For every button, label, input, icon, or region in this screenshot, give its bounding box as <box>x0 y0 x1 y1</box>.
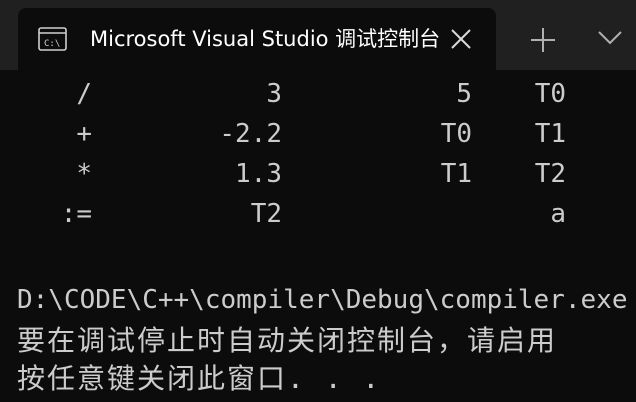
svg-text:C:\: C:\ <box>44 39 60 49</box>
close-hint-line: 要在调试停止时自动关闭控制台，请启用 <box>17 324 558 357</box>
quad-result: T1 <box>534 119 566 149</box>
quad-result: T2 <box>534 159 566 189</box>
plus-icon[interactable] <box>528 25 558 55</box>
press-any-key-line: 按任意键关闭此窗口. . . <box>17 362 382 395</box>
exe-path-line: D:\CODE\C++\compiler\Debug\compiler.exe <box>17 285 628 315</box>
quad-result: a <box>550 199 566 229</box>
tab-debug-console[interactable]: C:\ Microsoft Visual Studio 调试控制台 <box>18 8 496 70</box>
console-app-icon: C:\ <box>38 27 67 51</box>
quad-result: T0 <box>534 79 566 109</box>
chevron-down-icon[interactable] <box>596 27 624 47</box>
tab-title: Microsoft Visual Studio 调试控制台 <box>90 27 441 51</box>
quad-row: + -2.2 T0 T1 <box>0 114 636 154</box>
title-bar: C:\ Microsoft Visual Studio 调试控制台 <box>0 0 636 70</box>
close-icon[interactable] <box>448 26 474 52</box>
quad-row: / 3 5 T0 <box>0 74 636 114</box>
quad-row: * 1.3 T1 T2 <box>0 154 636 194</box>
quad-row: := T2 a <box>0 194 636 234</box>
console-output: / 3 5 T0 + -2.2 T0 T1 * 1.3 T1 T2 := T2 … <box>0 70 636 402</box>
